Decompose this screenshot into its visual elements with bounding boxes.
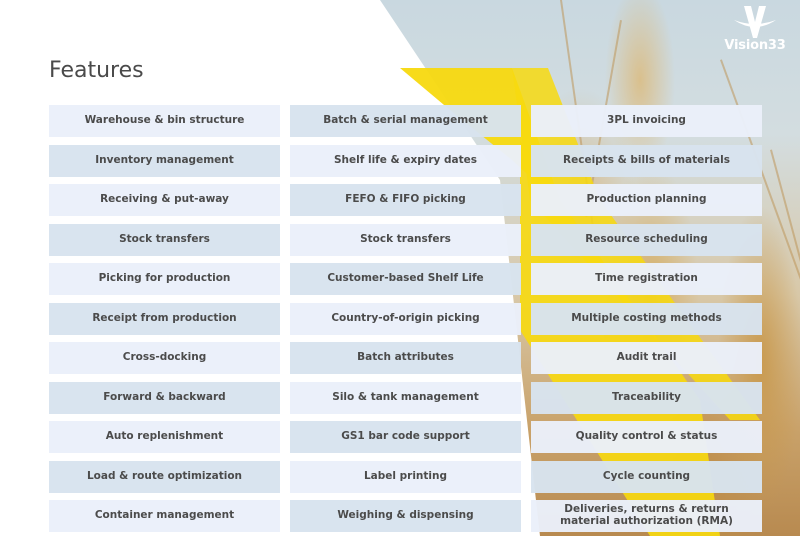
feature-label: Multiple costing methods: [571, 311, 722, 324]
feature-item: 3PL invoicing: [531, 105, 762, 137]
page-title: Features: [49, 58, 144, 83]
feature-item: Warehouse & bin structure: [49, 105, 280, 137]
feature-label: Shelf life & expiry dates: [333, 153, 478, 166]
feature-item: Quality control & status: [531, 421, 762, 453]
brand-name: Vision33: [724, 38, 786, 53]
feature-item: Receiving & put-away: [49, 184, 280, 216]
feature-label: Receipts & bills of materials: [563, 153, 730, 166]
feature-label: GS1 bar code support: [341, 430, 470, 443]
feature-item: Audit trail: [531, 342, 762, 374]
feature-label: Time registration: [595, 272, 698, 285]
feature-label: Customer-based Shelf Life: [327, 272, 484, 285]
feature-item: Time registration: [531, 263, 762, 295]
feature-label: Batch & serial management: [323, 114, 488, 127]
feature-label: Load & route optimization: [86, 469, 243, 482]
feature-label: Receipt from production: [92, 311, 237, 324]
feature-label: Cycle counting: [602, 469, 691, 482]
feature-item: Stock transfers: [290, 223, 521, 256]
feature-item: Auto replenishment: [49, 421, 280, 453]
feature-item: Customer-based Shelf Life: [290, 263, 521, 295]
feature-label: Country-of-origin picking: [331, 311, 480, 324]
feature-label: Picking for production: [98, 272, 231, 285]
feature-item: Receipts & bills of materials: [531, 144, 762, 177]
feature-label: Forward & backward: [103, 390, 226, 403]
feature-label: Traceability: [612, 390, 681, 403]
feature-label: Inventory management: [95, 153, 234, 166]
feature-label: Stock transfers: [360, 232, 451, 245]
feature-item: Receipt from production: [49, 302, 280, 335]
feature-item: Deliveries, returns & return material au…: [531, 500, 762, 532]
feature-label: Audit trail: [616, 351, 677, 364]
feature-label: Warehouse & bin structure: [84, 114, 245, 127]
feature-label: Cross-docking: [122, 351, 207, 364]
feature-item: Inventory management: [49, 144, 280, 177]
feature-item: Silo & tank management: [290, 381, 521, 414]
feature-item: Forward & backward: [49, 381, 280, 414]
feature-label: Weighing & dispensing: [337, 509, 474, 522]
feature-label: 3PL invoicing: [607, 114, 686, 127]
feature-item: Label printing: [290, 460, 521, 493]
vision33-v-icon: [734, 6, 776, 38]
feature-item: Batch attributes: [290, 342, 521, 374]
feature-label: Label printing: [363, 469, 448, 482]
feature-label: FEFO & FIFO picking: [345, 193, 466, 206]
feature-item: Shelf life & expiry dates: [290, 144, 521, 177]
feature-label: Resource scheduling: [585, 232, 708, 245]
feature-label: Receiving & put-away: [100, 193, 229, 206]
feature-item: Resource scheduling: [531, 223, 762, 256]
feature-label: Batch attributes: [357, 351, 454, 364]
feature-label: Auto replenishment: [105, 430, 224, 443]
feature-item: GS1 bar code support: [290, 421, 521, 453]
feature-label: Container management: [94, 509, 235, 522]
feature-label: Quality control & status: [575, 430, 718, 443]
features-grid: Warehouse & bin structure Batch & serial …: [49, 105, 762, 532]
feature-item: Traceability: [531, 381, 762, 414]
feature-item: Country-of-origin picking: [290, 302, 521, 335]
feature-label: Deliveries, returns & return material au…: [560, 503, 733, 527]
brand-logo: Vision33: [720, 4, 790, 53]
feature-item: Cross-docking: [49, 342, 280, 374]
feature-item: Multiple costing methods: [531, 302, 762, 335]
feature-item: Production planning: [531, 184, 762, 216]
wheat-stalk: [770, 149, 800, 402]
feature-item: Stock transfers: [49, 223, 280, 256]
feature-item: Batch & serial management: [290, 105, 521, 137]
feature-label: Silo & tank management: [332, 390, 479, 403]
feature-item: Weighing & dispensing: [290, 500, 521, 532]
feature-item: Container management: [49, 500, 280, 532]
feature-item: Cycle counting: [531, 460, 762, 493]
feature-label: Stock transfers: [119, 232, 210, 245]
feature-item: FEFO & FIFO picking: [290, 184, 521, 216]
feature-item: Picking for production: [49, 263, 280, 295]
feature-item: Load & route optimization: [49, 460, 280, 493]
feature-label: Production planning: [586, 193, 707, 206]
